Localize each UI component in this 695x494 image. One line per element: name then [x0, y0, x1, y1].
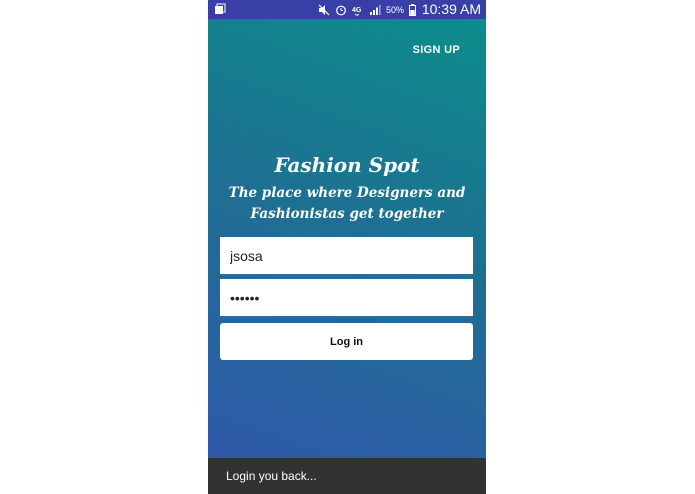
network-4g-icon: 4G	[352, 7, 362, 16]
notification-icon	[215, 3, 226, 14]
password-field-container	[220, 279, 473, 318]
status-time: 10:39 AM	[421, 1, 481, 17]
snackbar-message: Login you back...	[226, 469, 317, 483]
username-input[interactable]	[220, 237, 473, 274]
password-input[interactable]	[220, 279, 473, 316]
sign-up-button[interactable]: SIGN UP	[413, 44, 460, 56]
svg-text:4G: 4G	[352, 7, 362, 14]
alarm-icon	[336, 5, 346, 15]
username-field-container	[220, 237, 473, 276]
battery-icon	[409, 3, 417, 16]
signal-icon	[370, 4, 381, 15]
battery-percent: 50%	[386, 4, 405, 15]
mute-icon	[318, 4, 330, 15]
snackbar: Login you back...	[208, 458, 486, 494]
app-title: Fashion Spot	[274, 153, 420, 177]
app-tagline: The place where Designers and Fashionist…	[228, 185, 466, 222]
status-bar: 4G 50% 10:39 AM	[208, 0, 486, 19]
login-button[interactable]: Log in	[220, 323, 473, 360]
status-icons: 4G 50%	[318, 2, 417, 17]
phone-screen: 4G 50% 10:39 AM SIGN UP Fashion Spot The…	[208, 0, 486, 494]
